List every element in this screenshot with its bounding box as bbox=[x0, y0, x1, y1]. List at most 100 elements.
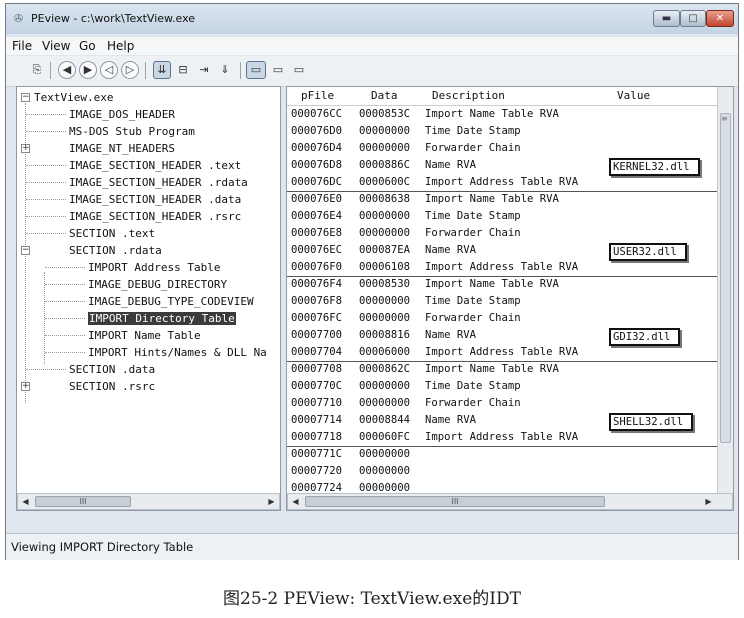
cell-data: 0000853C bbox=[359, 108, 411, 120]
table-row[interactable]: 00007720 00000000 bbox=[287, 463, 719, 480]
table-row[interactable]: 000076E8 00000000 Forwarder Chain bbox=[287, 225, 719, 242]
scroll-thumb[interactable]: III bbox=[35, 496, 131, 507]
tree-item[interactable]: IMAGE_DOS_HEADER bbox=[69, 106, 175, 123]
view-import-icon[interactable]: ⇓ bbox=[216, 61, 234, 79]
table-row[interactable]: 00007704 00006000 Import Address Table RVA bbox=[287, 344, 719, 361]
tree-expander[interactable]: + bbox=[21, 144, 30, 153]
tree-expander[interactable]: + bbox=[21, 382, 30, 391]
list-vertical-scrollbar[interactable]: ≡ bbox=[717, 87, 733, 495]
mode-dword-icon[interactable]: ▭ bbox=[269, 61, 287, 79]
toolbar-separator bbox=[50, 62, 51, 79]
table-row[interactable]: 000076F0 00006108 Import Address Table RVA bbox=[287, 259, 719, 276]
table-row[interactable]: 000076E0 00008638 Import Name Table RVA bbox=[287, 191, 719, 208]
tree-item-selected[interactable]: IMPORT Directory Table bbox=[88, 310, 236, 327]
scroll-right-icon[interactable]: ▶ bbox=[702, 495, 715, 508]
mode-byte-icon[interactable]: ▭ bbox=[290, 61, 308, 79]
column-header-pfile[interactable]: pFile bbox=[301, 89, 334, 102]
back-icon[interactable]: ◀ bbox=[58, 61, 76, 79]
scroll-thumb[interactable]: III bbox=[305, 496, 605, 507]
tree-item[interactable]: SECTION .text bbox=[69, 225, 155, 242]
table-row[interactable]: 0000771C 00000000 bbox=[287, 446, 719, 463]
tree-item[interactable]: IMAGE_SECTION_HEADER .rsrc bbox=[69, 208, 241, 225]
previous-icon[interactable]: ◁ bbox=[100, 61, 118, 79]
cell-data: 00008844 bbox=[359, 414, 411, 426]
table-row[interactable]: 0000770C 00000000 Time Date Stamp bbox=[287, 378, 719, 395]
root-expander[interactable]: − bbox=[21, 93, 30, 102]
table-row[interactable]: 000076EC 000087EA Name RVA USER32.dll bbox=[287, 242, 719, 261]
toolbar: ⎘ ◀ ▶ ◁ ▷ ⇊ ⊟ ⇥ ⇓ ▭ ▭ ▭ bbox=[6, 56, 738, 87]
menu-file[interactable]: File bbox=[12, 39, 32, 53]
cell-data: 00000000 bbox=[359, 397, 411, 409]
list-horizontal-scrollbar[interactable]: ◀ III ▶ bbox=[287, 493, 733, 510]
cell-description: Import Name Table RVA bbox=[425, 278, 559, 290]
tree-item[interactable]: IMAGE_DEBUG_DIRECTORY bbox=[88, 276, 227, 293]
tree-item[interactable]: IMAGE_SECTION_HEADER .data bbox=[69, 191, 241, 208]
column-header-value[interactable]: Value bbox=[617, 89, 650, 102]
table-row[interactable]: 000076FC 00000000 Forwarder Chain bbox=[287, 310, 719, 327]
tree-item-root[interactable]: TextView.exe bbox=[34, 89, 113, 106]
tree-expander[interactable]: − bbox=[21, 246, 30, 255]
table-row[interactable]: 00007714 00008844 Name RVA SHELL32.dll bbox=[287, 412, 719, 431]
cell-description: Time Date Stamp bbox=[425, 295, 521, 307]
tree-item[interactable]: IMAGE_SECTION_HEADER .text bbox=[69, 157, 241, 174]
menu-go[interactable]: Go bbox=[79, 39, 96, 53]
cell-pfile: 00007710 bbox=[291, 397, 343, 409]
column-header-data[interactable]: Data bbox=[371, 89, 398, 102]
maximize-button[interactable]: □ bbox=[680, 10, 706, 27]
scroll-left-icon[interactable]: ◀ bbox=[19, 495, 32, 508]
forward-icon[interactable]: ▶ bbox=[79, 61, 97, 79]
close-button[interactable]: ✕ bbox=[706, 10, 734, 27]
tree-item[interactable]: IMPORT Address Table bbox=[88, 259, 220, 276]
tree-item[interactable]: IMPORT Hints/Names & DLL Na bbox=[88, 344, 267, 361]
view-hex-icon[interactable]: ⇊ bbox=[153, 61, 171, 79]
table-row[interactable]: 000076D4 00000000 Forwarder Chain bbox=[287, 140, 719, 157]
table-row[interactable]: 00007700 00008816 Name RVA GDI32.dll bbox=[287, 327, 719, 346]
tree-connector bbox=[26, 131, 66, 132]
scroll-thumb[interactable]: ≡ bbox=[720, 113, 731, 443]
view-table-icon[interactable]: ⊟ bbox=[174, 61, 192, 79]
next-icon[interactable]: ▷ bbox=[121, 61, 139, 79]
cell-description: Import Address Table RVA bbox=[425, 431, 579, 443]
tree-item[interactable]: IMAGE_DEBUG_TYPE_CODEVIEW bbox=[88, 293, 254, 310]
cell-pfile: 00007720 bbox=[291, 465, 343, 477]
tree-horizontal-scrollbar[interactable]: ◀ III ▶ bbox=[17, 493, 280, 510]
tree-item[interactable]: SECTION .data bbox=[69, 361, 155, 378]
cell-data: 00008638 bbox=[359, 193, 411, 205]
table-row[interactable]: 000076D0 00000000 Time Date Stamp bbox=[287, 123, 719, 140]
title-bar[interactable]: ✇ PEview - c:\work\TextView.exe ▬ □ ✕ bbox=[6, 4, 738, 34]
cell-description: Name RVA bbox=[425, 159, 477, 171]
scroll-right-icon[interactable]: ▶ bbox=[265, 495, 278, 508]
menu-help[interactable]: Help bbox=[107, 39, 134, 53]
cell-pfile: 000076E4 bbox=[291, 210, 343, 222]
table-row[interactable]: 000076F4 00008530 Import Name Table RVA bbox=[287, 276, 719, 293]
scroll-left-icon[interactable]: ◀ bbox=[289, 495, 302, 508]
column-header-description[interactable]: Description bbox=[432, 89, 505, 102]
tree-item[interactable]: IMAGE_NT_HEADERS bbox=[69, 140, 175, 157]
tree-item[interactable]: SECTION .rdata bbox=[69, 242, 162, 259]
table-row[interactable]: 000076F8 00000000 Time Date Stamp bbox=[287, 293, 719, 310]
group-separator bbox=[287, 276, 719, 277]
cell-pfile: 000076F0 bbox=[291, 261, 343, 273]
cell-pfile: 00007708 bbox=[291, 363, 343, 375]
cell-data: 00000000 bbox=[359, 210, 411, 222]
minimize-button[interactable]: ▬ bbox=[653, 10, 680, 27]
cell-data: 00006000 bbox=[359, 346, 411, 358]
tree-connector bbox=[45, 335, 85, 336]
cell-description: Import Address Table RVA bbox=[425, 176, 579, 188]
table-row[interactable]: 000076DC 0000600C Import Address Table RVA bbox=[287, 174, 719, 191]
tree-item[interactable]: SECTION .rsrc bbox=[69, 378, 155, 395]
tree-item[interactable]: IMAGE_SECTION_HEADER .rdata bbox=[69, 174, 248, 191]
tree-item[interactable]: IMPORT Name Table bbox=[88, 327, 201, 344]
table-row[interactable]: 000076D8 0000886C Name RVA KERNEL32.dll bbox=[287, 157, 719, 176]
cell-pfile: 00007704 bbox=[291, 346, 343, 358]
mode-word-icon[interactable]: ▭ bbox=[246, 61, 266, 79]
table-row[interactable]: 00007708 0000862C Import Name Table RVA bbox=[287, 361, 719, 378]
open-file-icon[interactable]: ⎘ bbox=[28, 61, 46, 79]
menu-view[interactable]: View bbox=[42, 39, 70, 53]
table-row[interactable]: 000076CC 0000853C Import Name Table RVA bbox=[287, 106, 719, 123]
view-export-icon[interactable]: ⇥ bbox=[195, 61, 213, 79]
table-row[interactable]: 00007710 00000000 Forwarder Chain bbox=[287, 395, 719, 412]
table-row[interactable]: 000076E4 00000000 Time Date Stamp bbox=[287, 208, 719, 225]
table-row[interactable]: 00007718 000060FC Import Address Table RVA bbox=[287, 429, 719, 446]
tree-item[interactable]: MS-DOS Stub Program bbox=[69, 123, 195, 140]
